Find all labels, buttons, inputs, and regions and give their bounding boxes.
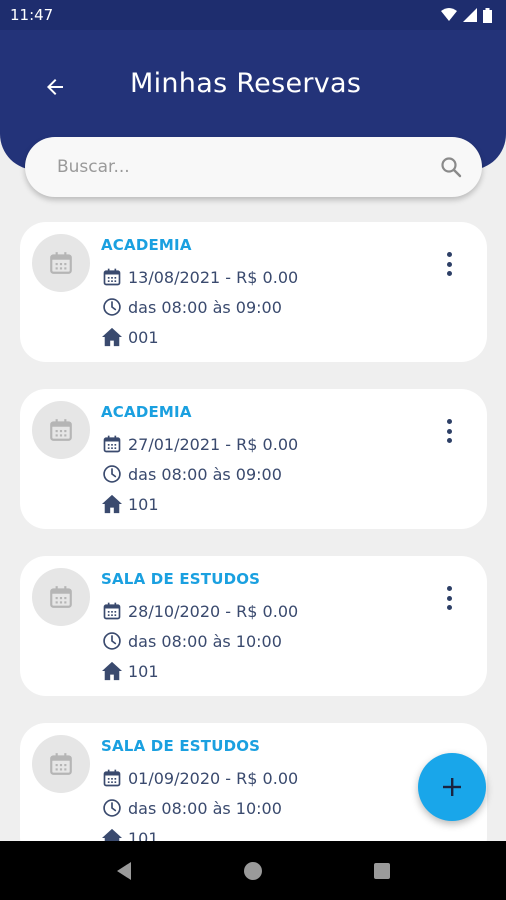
reservation-unit-row: 001 [101,326,159,348]
nav-home-icon [243,861,262,880]
more-dot [446,595,452,601]
more-dot [446,605,452,610]
calendar-icon [101,266,123,288]
nav-home-button[interactable] [233,851,273,891]
calendar-icon [101,600,123,622]
page-title: Minhas Reservas [130,68,362,99]
back-arrow-icon [47,79,63,95]
status-icons [441,7,492,23]
reservation-card[interactable]: ACADEMIA 13/08/2021 - R$ 0.00 das 08:00 … [20,222,487,362]
home-icon [101,326,123,348]
status-time: 11:47 [10,6,54,24]
reservation-time-row: das 08:00 às 09:00 [101,296,282,318]
clock-icon [101,630,123,652]
more-dot [446,428,452,434]
avatar [32,568,90,626]
clock-icon [101,797,123,819]
reservation-time: das 08:00 às 09:00 [128,464,282,484]
reservation-date-price: 13/08/2021 - R$ 0.00 [128,267,299,287]
search-icon[interactable] [438,154,464,180]
calendar-icon [101,433,123,455]
more-vert-icon [446,419,452,424]
reservation-time: das 08:00 às 09:00 [128,297,282,317]
reservation-unit: 001 [128,327,159,347]
reservation-time: das 08:00 às 10:00 [128,798,282,818]
reservation-unit-row: 101 [101,493,159,515]
reservation-time: das 08:00 às 10:00 [128,631,282,651]
avatar [32,234,90,292]
more-dot [446,271,452,276]
reservation-date-row: 28/10/2020 - R$ 0.00 [101,600,298,622]
more-vert-icon [446,252,452,257]
more-options-button[interactable] [439,584,459,612]
reservation-date-price: 01/09/2020 - R$ 0.00 [128,768,299,788]
calendar-icon [101,767,123,789]
reservation-date-price: 28/10/2020 - R$ 0.00 [128,601,299,621]
more-dot [446,438,452,443]
calendar-icon [50,586,72,608]
reservation-unit: 101 [128,661,159,681]
avatar [32,401,90,459]
nav-back-icon [117,861,132,880]
nav-recents-button[interactable] [362,851,402,891]
reservation-time-row: das 08:00 às 10:00 [101,630,282,652]
reservation-title: ACADEMIA [101,403,192,421]
reservation-time-row: das 08:00 às 10:00 [101,797,282,819]
reservation-time-row: das 08:00 às 09:00 [101,463,282,485]
plus-icon [443,778,461,796]
back-button[interactable] [38,70,72,104]
search-input[interactable] [55,156,438,178]
reservation-card[interactable]: ACADEMIA 27/01/2021 - R$ 0.00 das 08:00 … [20,389,487,529]
clock-icon [101,296,123,318]
more-options-button[interactable] [439,250,459,278]
battery-icon [483,7,492,23]
calendar-icon [50,252,72,274]
reservation-date-row: 27/01/2021 - R$ 0.00 [101,433,298,455]
reservation-date-price: 27/01/2021 - R$ 0.00 [128,434,299,454]
clock-icon [101,463,123,485]
reservation-date-row: 13/08/2021 - R$ 0.00 [101,266,298,288]
wifi-icon [441,8,457,21]
calendar-icon [50,419,72,441]
search-bar[interactable] [25,137,482,197]
home-icon [101,493,123,515]
more-vert-icon [446,586,452,591]
calendar-icon [50,753,72,775]
reservation-unit: 101 [128,494,159,514]
reservation-card[interactable]: SALA DE ESTUDOS 28/10/2020 - R$ 0.00 das… [20,556,487,696]
add-reservation-button[interactable] [418,753,486,821]
status-bar: 11:47 [0,0,506,30]
reservation-title: SALA DE ESTUDOS [101,570,261,588]
reservation-date-row: 01/09/2020 - R$ 0.00 [101,767,298,789]
more-dot [446,261,452,267]
nav-back-button[interactable] [104,851,144,891]
reservation-title: ACADEMIA [101,236,192,254]
signal-icon [463,8,477,22]
more-options-button[interactable] [439,417,459,445]
reservation-title: SALA DE ESTUDOS [101,737,261,755]
avatar [32,735,90,793]
nav-recents-icon [373,862,390,879]
reservation-unit-row: 101 [101,660,159,682]
home-icon [101,660,123,682]
system-nav-bar [0,841,506,900]
